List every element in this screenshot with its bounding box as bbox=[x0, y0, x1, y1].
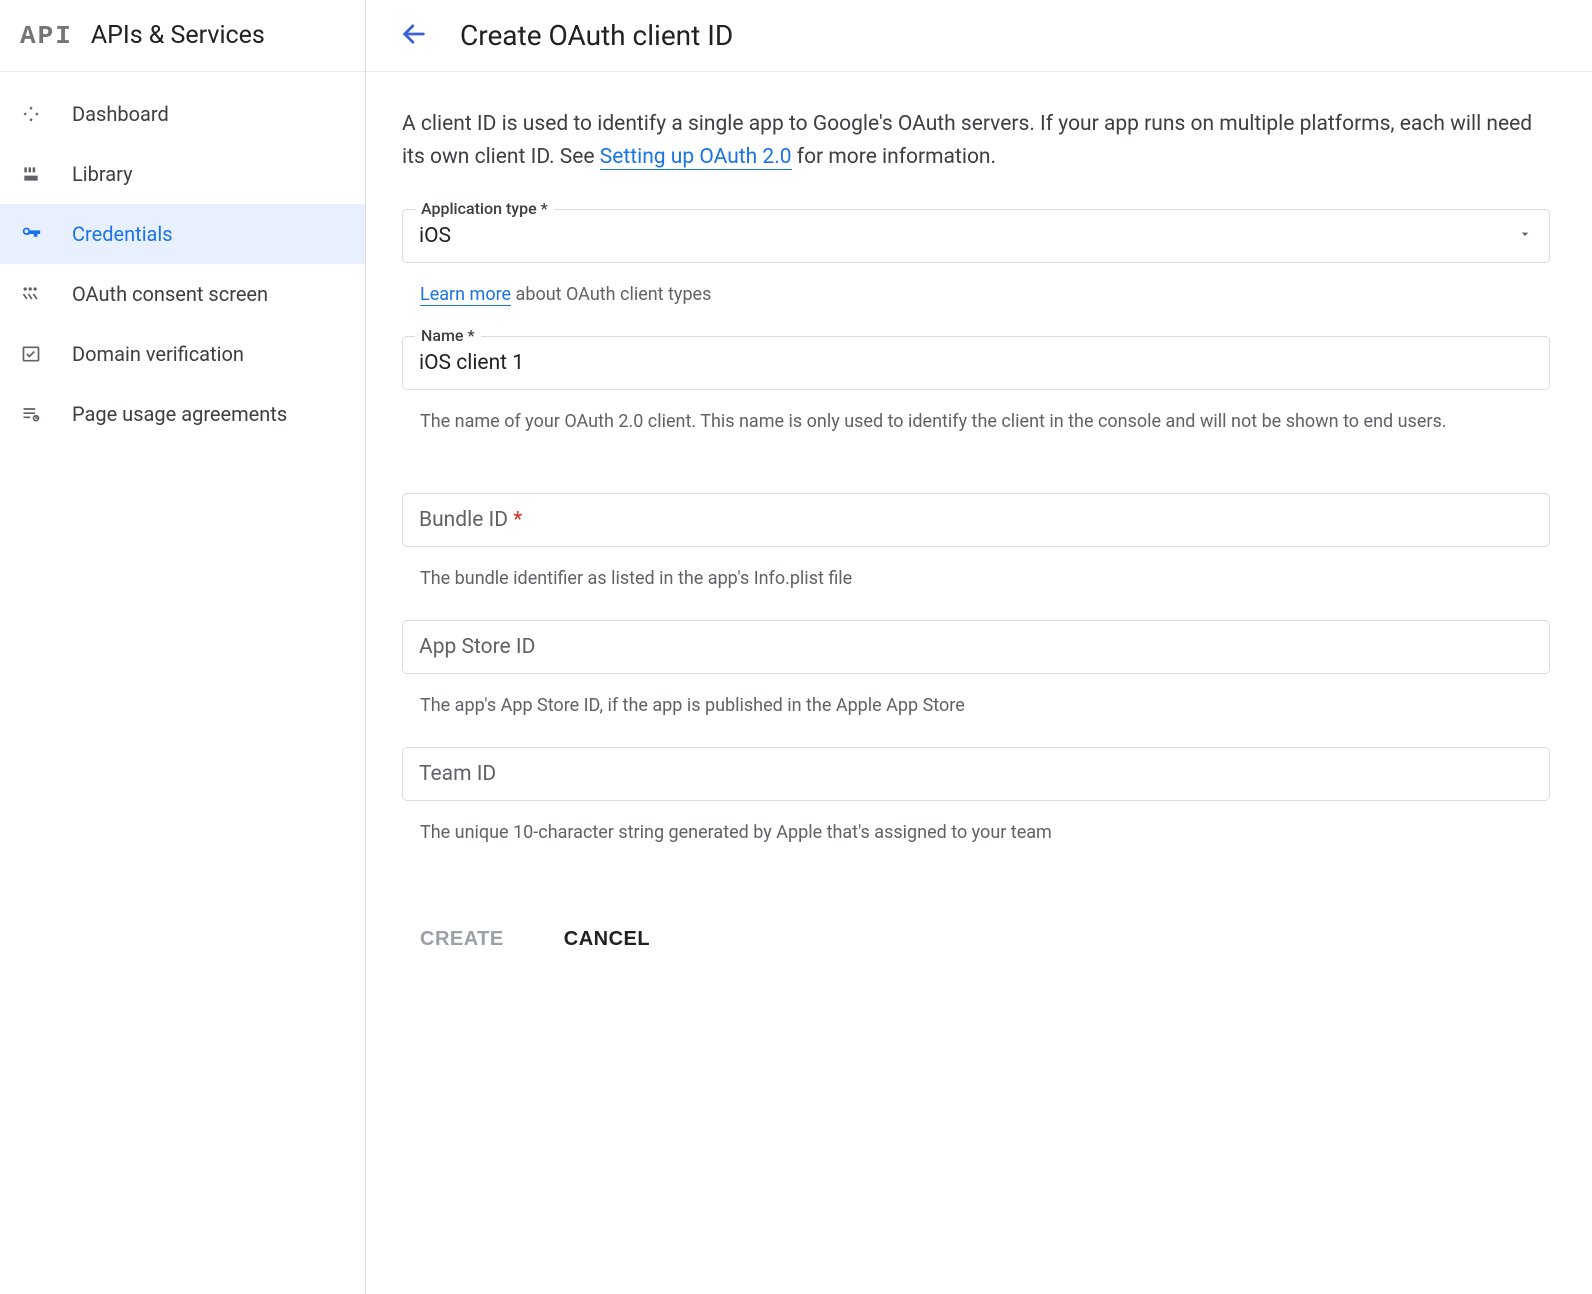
main-header: Create OAuth client ID bbox=[366, 0, 1592, 72]
team-id-input[interactable]: Team ID bbox=[402, 747, 1550, 801]
bundle-id-help: The bundle identifier as listed in the a… bbox=[402, 555, 1550, 592]
sidebar-item-library[interactable]: Library bbox=[0, 144, 365, 204]
form-actions: CREATE CANCEL bbox=[402, 884, 1550, 959]
name-group: Name * iOS client 1 The name of your OAu… bbox=[402, 336, 1550, 435]
application-type-field: Application type * iOS bbox=[402, 209, 1550, 263]
intro-text: A client ID is used to identify a single… bbox=[402, 108, 1550, 173]
team-id-placeholder: Team ID bbox=[419, 762, 1533, 786]
back-button[interactable] bbox=[394, 16, 434, 56]
name-label: Name * bbox=[415, 326, 481, 345]
library-icon bbox=[20, 163, 42, 185]
team-id-field: Team ID bbox=[402, 747, 1550, 801]
application-type-select[interactable]: Application type * iOS bbox=[402, 209, 1550, 263]
sidebar-nav: Dashboard Library Credentials OAuth cons… bbox=[0, 72, 365, 444]
name-input[interactable]: Name * iOS client 1 bbox=[402, 336, 1550, 390]
bundle-id-group: Bundle ID * The bundle identifier as lis… bbox=[402, 493, 1550, 592]
bundle-id-input[interactable]: Bundle ID * bbox=[402, 493, 1550, 547]
sidebar-item-label: Page usage agreements bbox=[72, 402, 287, 426]
sidebar-item-page-usage-agreements[interactable]: Page usage agreements bbox=[0, 384, 365, 444]
sidebar: API APIs & Services Dashboard Library bbox=[0, 0, 366, 1294]
application-type-value: iOS bbox=[419, 224, 1517, 248]
sidebar-title: APIs & Services bbox=[91, 21, 265, 50]
name-value: iOS client 1 bbox=[419, 351, 1533, 375]
sidebar-item-label: Library bbox=[72, 162, 133, 186]
setup-oauth-link[interactable]: Setting up OAuth 2.0 bbox=[600, 145, 792, 170]
name-help: The name of your OAuth 2.0 client. This … bbox=[402, 398, 1550, 435]
create-button[interactable]: CREATE bbox=[420, 920, 504, 959]
sidebar-item-dashboard[interactable]: Dashboard bbox=[0, 84, 365, 144]
sidebar-item-label: OAuth consent screen bbox=[72, 282, 268, 306]
app-store-id-field: App Store ID bbox=[402, 620, 1550, 674]
app-store-id-group: App Store ID The app's App Store ID, if … bbox=[402, 620, 1550, 719]
consent-screen-icon bbox=[20, 283, 42, 305]
application-type-group: Application type * iOS Learn more about … bbox=[402, 209, 1550, 308]
agreements-icon bbox=[20, 403, 42, 425]
sidebar-item-oauth-consent[interactable]: OAuth consent screen bbox=[0, 264, 365, 324]
sidebar-item-label: Dashboard bbox=[72, 102, 169, 126]
application-type-label: Application type * bbox=[415, 199, 554, 218]
bundle-id-placeholder: Bundle ID * bbox=[419, 508, 1533, 532]
team-id-group: Team ID The unique 10-character string g… bbox=[402, 747, 1550, 846]
sidebar-header: API APIs & Services bbox=[0, 0, 365, 72]
app-store-id-help: The app's App Store ID, if the app is pu… bbox=[402, 682, 1550, 719]
page-title: Create OAuth client ID bbox=[460, 19, 733, 52]
application-type-help: Learn more about OAuth client types bbox=[402, 271, 1550, 308]
arrow-left-icon bbox=[400, 20, 428, 52]
main-content: Create OAuth client ID A client ID is us… bbox=[366, 0, 1592, 1294]
dashboard-icon bbox=[20, 103, 42, 125]
sidebar-item-label: Domain verification bbox=[72, 342, 244, 366]
chevron-down-icon bbox=[1517, 226, 1533, 246]
form-body: A client ID is used to identify a single… bbox=[366, 72, 1586, 983]
sidebar-item-label: Credentials bbox=[72, 222, 173, 246]
name-field: Name * iOS client 1 bbox=[402, 336, 1550, 390]
key-icon bbox=[20, 223, 42, 245]
application-type-help-text: about OAuth client types bbox=[511, 284, 711, 305]
sidebar-item-domain-verification[interactable]: Domain verification bbox=[0, 324, 365, 384]
api-logo-icon: API bbox=[20, 21, 73, 51]
team-id-help: The unique 10-character string generated… bbox=[402, 809, 1550, 846]
cancel-button[interactable]: CANCEL bbox=[564, 920, 650, 959]
bundle-id-field: Bundle ID * bbox=[402, 493, 1550, 547]
domain-verification-icon bbox=[20, 343, 42, 365]
app-store-id-placeholder: App Store ID bbox=[419, 635, 1533, 659]
sidebar-item-credentials[interactable]: Credentials bbox=[0, 204, 365, 264]
learn-more-link[interactable]: Learn more bbox=[420, 284, 511, 306]
intro-after: for more information. bbox=[792, 145, 997, 169]
app-store-id-input[interactable]: App Store ID bbox=[402, 620, 1550, 674]
